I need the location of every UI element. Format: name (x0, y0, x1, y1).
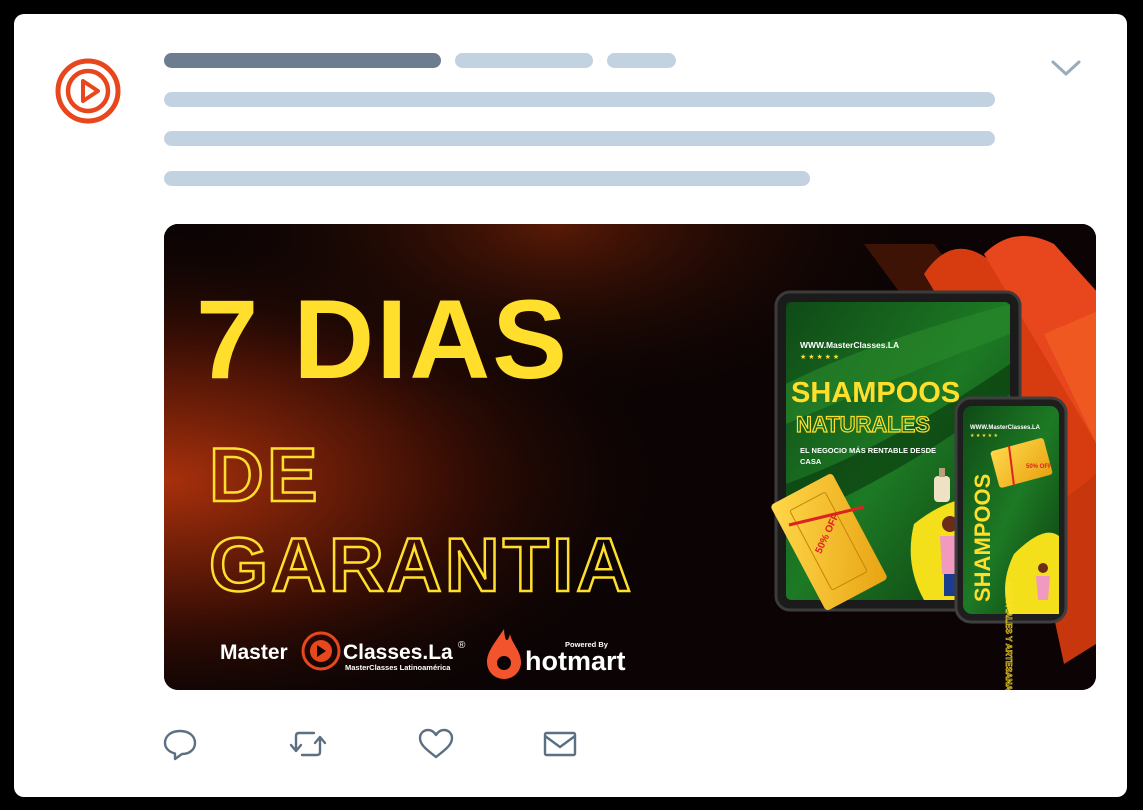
phone-url: WWW.MasterClasses.LA (970, 425, 1041, 431)
phone-vertical-title: SHAMPOOS (970, 474, 995, 602)
skeleton-text-line (164, 171, 810, 186)
masterclasses-logo-icon[interactable] (55, 58, 121, 124)
phone-vertical-sub: NATURALES Y ARTESANALES (1004, 582, 1014, 690)
headline-main: 7 DIAS (196, 277, 569, 402)
tablet-title1: SHAMPOOS (791, 377, 960, 409)
headline-sub2: GARANTIA (209, 523, 634, 608)
retweet-icon[interactable] (288, 726, 328, 762)
tablet-subtitle: EL NEGOCIO MÁS RENTABLE DESDE (800, 446, 936, 455)
mail-icon[interactable] (540, 726, 580, 762)
skeleton-text-line (164, 92, 995, 107)
skeleton-author-name (164, 53, 441, 68)
tablet-subtitle2: CASA (800, 457, 822, 466)
skeleton-handle (455, 53, 593, 68)
post-media-banner[interactable]: 7 DIAS DE GARANTIA Master Classes.La ® M… (164, 224, 1096, 690)
tablet-rating-stars: ★ ★ ★ ★ ★ (800, 353, 839, 361)
tablet-title2: NATURALES (796, 412, 930, 437)
chevron-down-icon[interactable] (1050, 56, 1082, 80)
post-card: 7 DIAS DE GARANTIA Master Classes.La ® M… (14, 14, 1127, 797)
headline-sub1: DE (209, 433, 321, 518)
skeleton-text-line (164, 131, 995, 146)
phone-figure (1036, 563, 1050, 600)
brand-master: Master (220, 641, 288, 664)
brand-tagline: MasterClasses Latinoamérica (345, 663, 451, 672)
phone-rating-stars: ★ ★ ★ ★ ★ (970, 433, 998, 439)
skeleton-timestamp (607, 53, 676, 68)
brand-registered: ® (458, 640, 466, 651)
like-icon[interactable] (416, 726, 456, 762)
phone-discount: 50% OFF (1026, 464, 1052, 470)
hotmart-label: hotmart (525, 646, 626, 676)
brand-classes: Classes.La (343, 641, 453, 664)
reply-icon[interactable] (161, 726, 201, 762)
tablet-url: WWW.MasterClasses.LA (800, 340, 899, 350)
